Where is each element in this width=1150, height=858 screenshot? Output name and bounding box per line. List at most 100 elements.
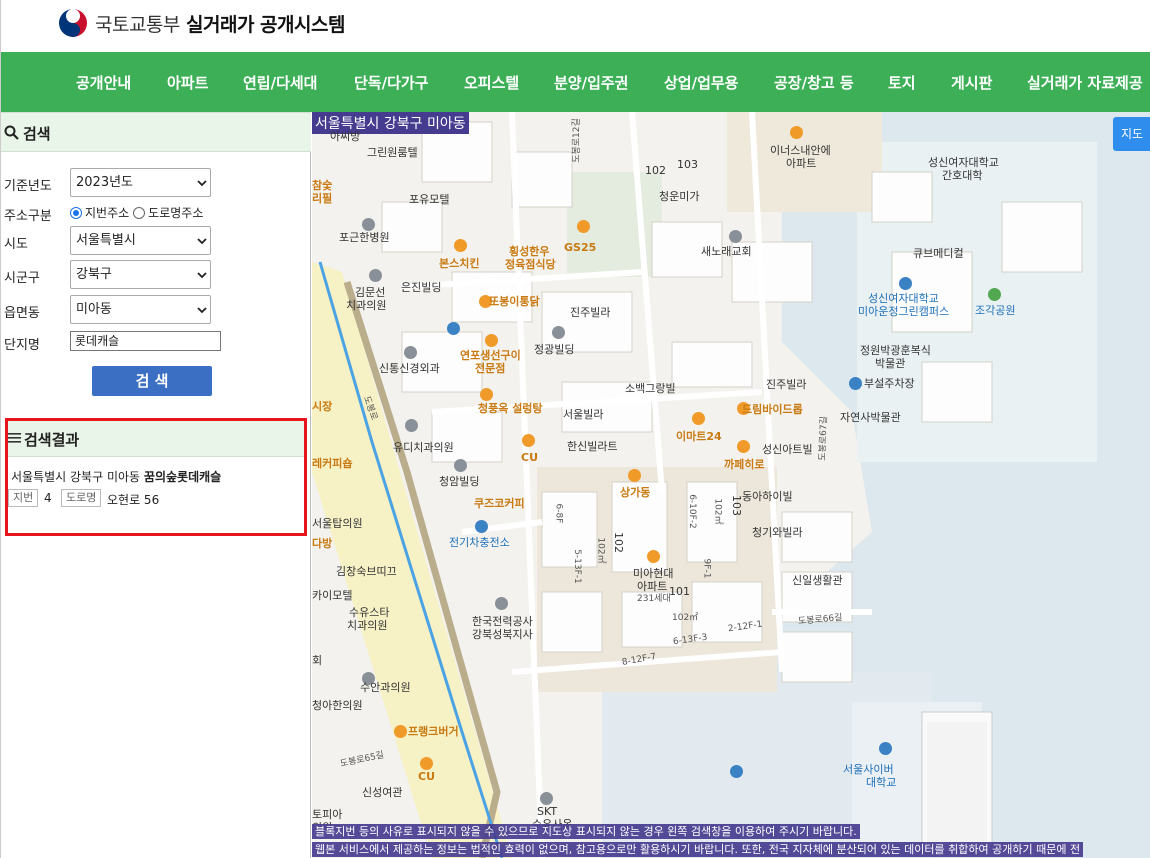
complex-name-input[interactable]: 롯데캐슬 [70, 331, 221, 351]
nav-item-factory[interactable]: 공장/창고 등 [774, 72, 854, 93]
header: 국토교통부 실거래가 공개시스템 [1, 0, 1150, 52]
map-label: 수유스타 [349, 606, 390, 619]
system-title[interactable]: 실거래가 공개시스템 [186, 10, 345, 37]
restaurant-marker-icon[interactable] [485, 334, 498, 347]
map-label: 미아운정그린캠퍼스 [858, 305, 950, 318]
map-label: 청운미가 [659, 190, 700, 203]
dental-marker-icon[interactable] [369, 269, 382, 282]
ministry-name: 국토교통부 [95, 14, 180, 36]
sido-value: 서울특별시 [76, 233, 136, 248]
sigungu-select[interactable]: 강북구 [70, 260, 211, 289]
convenience-marker-icon[interactable] [420, 757, 433, 770]
building-marker-icon[interactable] [495, 597, 508, 610]
sido-select[interactable]: 서울특별시 [70, 226, 211, 255]
restaurant-marker-icon[interactable] [480, 388, 493, 401]
result-item-address[interactable]: 서울특별시 강북구 미아동 꿈의숲롯데캐슬 [11, 468, 221, 485]
nav-item-officetel[interactable]: 오피스텔 [464, 72, 519, 93]
nav-item-guide[interactable]: 공개안내 [76, 72, 131, 93]
jibun-tag: 지번 [8, 489, 39, 507]
floor-label: 5-13F-1 [571, 549, 582, 584]
address-type-radios: 지번주소 도로명주소 [70, 204, 203, 221]
restaurant-marker-icon[interactable] [394, 725, 407, 738]
map-label: 강북성북지사 [472, 628, 533, 641]
map-label: 전기차충전소 [449, 536, 510, 549]
map-label: GS25 [564, 241, 597, 254]
map-label: 횡성한우 [509, 245, 550, 258]
map-label: 레커피숍 [312, 457, 353, 470]
area-label: 102㎡ [672, 613, 699, 623]
church-marker-icon[interactable] [729, 230, 742, 243]
nav-item-data[interactable]: 실거래가 자료제공 [1027, 72, 1143, 93]
convenience-marker-icon[interactable] [692, 412, 705, 425]
nav-item-board[interactable]: 게시판 [951, 72, 992, 93]
map-label: 231세대 [637, 594, 671, 604]
nav-item-detached[interactable]: 단독/다가구 [354, 72, 428, 93]
parking-marker-icon[interactable] [447, 322, 460, 335]
radio-road[interactable] [133, 206, 146, 219]
convenience-marker-icon[interactable] [522, 434, 535, 447]
year-select[interactable]: 2023년도 [70, 168, 211, 197]
map-label: 신성여관 [362, 786, 403, 799]
map-label: 박물관 [875, 357, 906, 370]
floor-label: 9F-1 [701, 558, 712, 579]
shop-marker-icon[interactable] [628, 469, 641, 482]
nav-item-apartment[interactable]: 아파트 [167, 72, 208, 93]
map-label: CU [418, 770, 436, 783]
convenience-marker-icon[interactable] [577, 220, 590, 233]
map-label: 다방 [312, 537, 333, 550]
search-panel-header: 검색 [1, 112, 311, 152]
map-label: 아씨방 [330, 130, 361, 143]
apartment-marker-icon[interactable] [790, 126, 803, 139]
map-view[interactable]: 서울특별시 강북구 미아동 지도 아씨방 그린원룸텔 참숯 리필 포유모텔 포근… [312, 112, 1150, 858]
map-label: 은진빌딩 [401, 281, 442, 294]
map-label: 쿠즈코커피 [474, 497, 525, 510]
government-emblem-logo[interactable] [58, 8, 88, 38]
building-marker-icon[interactable] [454, 459, 467, 472]
map-label: 전문점 [475, 362, 506, 375]
park-marker-icon[interactable] [988, 288, 1001, 301]
map-label: 청기와빌라 [752, 526, 803, 539]
map-label: 아파트 [786, 157, 817, 170]
result-address-text: 서울특별시 강북구 미아동 [11, 470, 141, 484]
map-label: 한국전력공사 [472, 615, 533, 628]
map-label: 본스치킨 [439, 257, 480, 270]
nav-item-presale[interactable]: 분양/입주권 [554, 72, 628, 93]
hospital-marker-icon[interactable] [362, 218, 375, 231]
university-marker-icon[interactable] [899, 277, 912, 290]
parking-marker-icon[interactable] [849, 377, 862, 390]
map-label: 큐브메디컬 [913, 247, 964, 260]
university-marker-icon[interactable] [879, 742, 892, 755]
sido-label: 시도 [4, 237, 28, 252]
chevron-down-icon [197, 272, 207, 279]
building-marker-icon[interactable] [552, 326, 565, 339]
nav-item-rowhouse[interactable]: 연립/다세대 [243, 72, 317, 93]
list-icon [8, 433, 21, 443]
hospital-marker-icon[interactable] [404, 346, 417, 359]
year-value: 2023년도 [76, 175, 134, 190]
search-button[interactable]: 검 색 [92, 366, 212, 396]
map-type-button[interactable]: 지도 [1113, 117, 1150, 151]
map-label: 성신아트빌 [762, 443, 813, 456]
result-complex-name: 꿈의숲롯데캐슬 [143, 470, 222, 484]
building-marker-icon[interactable] [540, 792, 553, 805]
road-label: 도봉로12길 [571, 118, 582, 163]
search-sidebar: 검색 기준년도 2023년도 주소구분 지번주소 도로명주소 시도 서울특별시 … [1, 112, 311, 858]
map-base [312, 112, 1150, 858]
map-label: 대학교 [866, 776, 897, 789]
radio-jibun[interactable] [70, 206, 82, 219]
parking-marker-icon[interactable] [730, 765, 743, 778]
apartment-marker-icon[interactable] [647, 550, 660, 563]
complex-label: 단지명 [4, 338, 40, 353]
ev-charger-marker-icon[interactable] [475, 520, 488, 533]
dental-marker-icon[interactable] [405, 419, 418, 432]
restaurant-marker-icon[interactable] [454, 239, 467, 252]
dong-select[interactable]: 미아동 [70, 295, 211, 324]
map-label: 유디치과의원 [393, 441, 454, 454]
address-type-label: 주소구분 [4, 209, 52, 224]
map-label: 부설주차장 [864, 377, 915, 390]
map-notice-2: 웹본 서비스에서 제공하는 정보는 법적인 효력이 없으며, 참고용으로만 활용… [312, 842, 1084, 857]
chevron-down-icon [197, 307, 207, 314]
cafe-marker-icon[interactable] [737, 440, 750, 453]
nav-item-commercial[interactable]: 상업/업무용 [664, 72, 738, 93]
nav-item-land[interactable]: 토지 [888, 72, 916, 93]
